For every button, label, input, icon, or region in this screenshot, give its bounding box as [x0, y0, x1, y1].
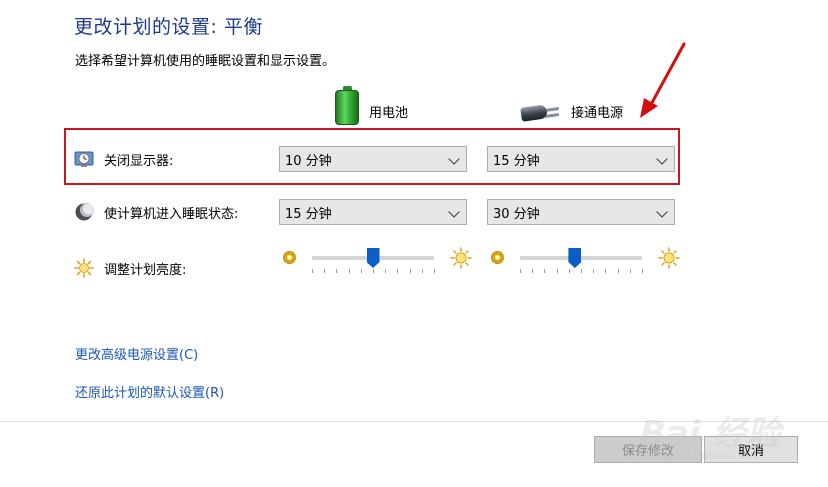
- slider-tick: [421, 269, 423, 273]
- slider-tick: [642, 269, 643, 273]
- slider-thumb[interactable]: [366, 248, 380, 268]
- red-arrow-annotation: [640, 42, 686, 118]
- display-timeout-plugged-select[interactable]: 15 分钟: [487, 146, 675, 172]
- slider-tick: [312, 269, 313, 273]
- save-changes-button[interactable]: 保存修改: [594, 436, 702, 463]
- monitor-clock-icon: [74, 151, 94, 167]
- dim-brightness-icon: [283, 251, 296, 264]
- battery-icon: [333, 86, 361, 126]
- slider-tick: [593, 269, 595, 273]
- chevron-down-icon: [656, 206, 668, 218]
- slider-tick: [373, 269, 374, 273]
- slider-tick: [520, 269, 521, 273]
- sleep-timeout-battery-select[interactable]: 15 分钟: [279, 199, 467, 225]
- slider-tick: [617, 269, 619, 273]
- slider-tick: [385, 269, 387, 273]
- slider-tick: [581, 269, 582, 273]
- slider-tick: [556, 269, 558, 273]
- select-value: 30 分钟: [493, 206, 540, 222]
- setting-row-display: 关闭显示器:: [74, 145, 173, 173]
- page-description: 选择希望计算机使用的睡眠设置和显示设置。: [75, 54, 336, 69]
- brightness-slider-plugged[interactable]: [488, 247, 680, 277]
- column-header-plugged: 接通电源: [520, 86, 624, 126]
- restore-defaults-link[interactable]: 还原此计划的默认设置(R): [75, 382, 224, 401]
- slider-tick: [348, 269, 350, 273]
- power-plug-icon: [520, 100, 563, 124]
- select-value: 15 分钟: [493, 153, 540, 169]
- column-header-battery: 用电池: [333, 86, 408, 126]
- page-title: 更改计划的设置: 平衡: [74, 16, 263, 38]
- setting-label-brightness: 调整计划亮度:: [104, 262, 187, 278]
- slider-tick: [532, 269, 534, 273]
- setting-row-sleep: 使计算机进入睡眠状态:: [74, 198, 238, 226]
- footer-divider: [0, 421, 828, 422]
- slider-ticks: [520, 269, 643, 273]
- select-value: 15 分钟: [285, 206, 332, 222]
- slider-tick: [324, 269, 326, 273]
- sleep-timeout-plugged-select[interactable]: 30 分钟: [487, 199, 675, 225]
- sun-icon: [74, 258, 94, 278]
- display-timeout-battery-select[interactable]: 10 分钟: [279, 146, 467, 172]
- slider-tick: [544, 269, 546, 273]
- slider-tick: [336, 269, 338, 273]
- setting-row-brightness: 调整计划亮度:: [74, 254, 186, 282]
- slider-tick: [434, 269, 435, 273]
- setting-label-display: 关闭显示器:: [104, 153, 174, 169]
- select-value: 10 分钟: [285, 153, 332, 169]
- moon-icon: [75, 203, 94, 221]
- column-label-plugged: 接通电源: [571, 105, 624, 121]
- column-label-battery: 用电池: [369, 105, 409, 121]
- bright-brightness-icon: [450, 247, 472, 269]
- setting-label-sleep: 使计算机进入睡眠状态:: [104, 206, 239, 222]
- slider-tick: [568, 269, 570, 273]
- slider-ticks: [312, 269, 435, 273]
- chevron-down-icon: [656, 153, 668, 165]
- slider-tick: [629, 269, 631, 273]
- dim-brightness-icon: [491, 251, 504, 264]
- slider-tick: [605, 269, 607, 273]
- slider-thumb[interactable]: [568, 248, 582, 268]
- slider-tick: [409, 269, 411, 273]
- cancel-button[interactable]: 取消: [704, 436, 798, 463]
- brightness-slider-battery[interactable]: [280, 247, 472, 277]
- chevron-down-icon: [448, 153, 460, 165]
- advanced-power-settings-link[interactable]: 更改高级电源设置(C): [75, 344, 198, 363]
- chevron-down-icon: [448, 206, 460, 218]
- bright-brightness-icon: [658, 247, 680, 269]
- slider-tick: [360, 269, 362, 273]
- slider-tick: [397, 269, 399, 273]
